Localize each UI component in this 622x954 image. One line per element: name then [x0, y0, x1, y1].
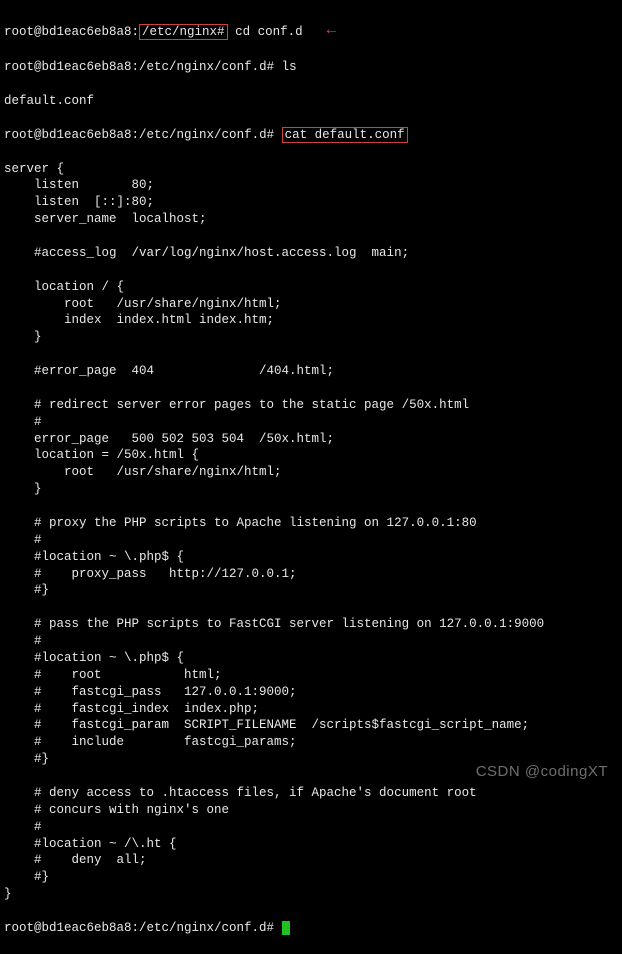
cmd-ls: ls — [282, 60, 297, 74]
prompt-line-1: root@bd1eac6eb8a8:/etc/nginx# cd conf.d← — [4, 21, 618, 43]
bottom-prompt: root@bd1eac6eb8a8:/etc/nginx/conf.d# — [4, 920, 618, 937]
user-host: root@bd1eac6eb8a8 — [4, 60, 132, 74]
prompt-line-3: root@bd1eac6eb8a8:/etc/nginx/conf.d# cat… — [4, 127, 618, 144]
path-confd: /etc/nginx/conf.d# — [139, 128, 274, 142]
cursor-block — [282, 921, 290, 935]
path-highlight-box: /etc/nginx# — [139, 24, 228, 40]
bottom-prompt-text: root@bd1eac6eb8a8:/etc/nginx/conf.d# — [4, 921, 282, 935]
cmd-cd: cd conf.d — [235, 25, 303, 39]
prompt-line-2: root@bd1eac6eb8a8:/etc/nginx/conf.d# ls — [4, 59, 618, 76]
terminal-output[interactable]: root@bd1eac6eb8a8:/etc/nginx# cd conf.d←… — [4, 4, 618, 954]
arrow-icon: ← — [327, 21, 337, 39]
path-confd: /etc/nginx/conf.d# — [139, 60, 274, 74]
user-host: root@bd1eac6eb8a8 — [4, 128, 132, 142]
cmd-cat-highlight-box: cat default.conf — [282, 127, 408, 143]
config-file-content: server { listen 80; listen [::]:80; serv… — [4, 162, 544, 902]
user-host: root@bd1eac6eb8a8 — [4, 25, 132, 39]
ls-output: default.conf — [4, 93, 618, 110]
watermark: CSDN @codingXT — [476, 762, 608, 782]
